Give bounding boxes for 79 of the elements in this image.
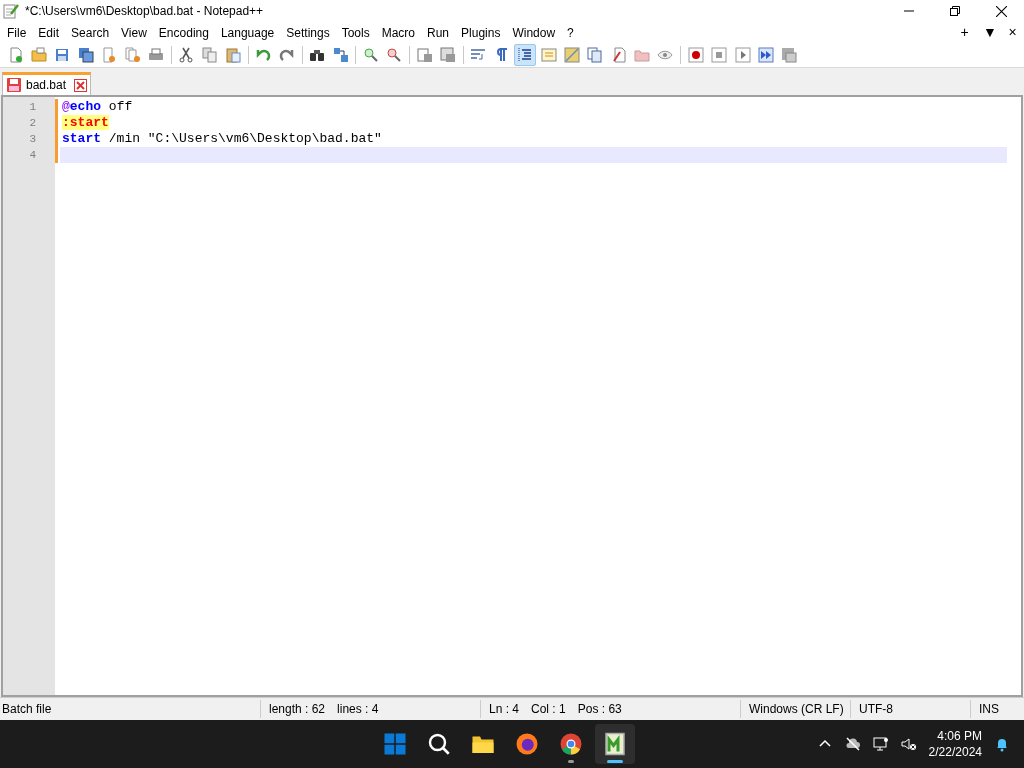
- taskbar-app[interactable]: [595, 724, 635, 764]
- file-tab[interactable]: bad.bat: [2, 72, 92, 95]
- play-icon: [734, 47, 751, 63]
- monitor-icon: [872, 736, 889, 752]
- menu-item[interactable]: View: [115, 23, 153, 42]
- menu-item[interactable]: Edit: [32, 23, 66, 42]
- record-icon: [687, 47, 704, 63]
- status-language: Batch file: [2, 702, 52, 716]
- replace-icon: [332, 47, 349, 63]
- save-all-icon: [77, 47, 94, 63]
- restore-icon: [950, 6, 960, 16]
- window-title: *C:\Users\vm6\Desktop\bad.bat - Notepad++: [25, 3, 264, 20]
- notepad-app-icon: [3, 3, 19, 19]
- line-number: 4: [28, 148, 37, 163]
- clock-time[interactable]: 4:06 PM: [937, 728, 982, 744]
- status-line: Ln : 4: [489, 701, 520, 718]
- status-column: Col : 1: [531, 700, 566, 718]
- zoom-in-icon: [362, 47, 379, 63]
- code-line: @echo off: [62, 99, 133, 115]
- menu-item[interactable]: Settings: [280, 23, 336, 42]
- toolbar-button[interactable]: [514, 44, 537, 66]
- close-file-icon: [101, 47, 118, 63]
- menu-item[interactable]: Run: [421, 23, 456, 42]
- menu-item[interactable]: File: [1, 23, 33, 42]
- paste-icon: [225, 47, 242, 63]
- menu-item[interactable]: Tools: [335, 23, 376, 42]
- save-icon: [54, 47, 71, 63]
- tab-label: bad.bat: [26, 77, 67, 94]
- stop-icon: [711, 47, 728, 63]
- new-file-icon: [7, 47, 24, 63]
- cloud-off-icon: [844, 736, 861, 752]
- undo-icon: [255, 47, 272, 63]
- menu-item[interactable]: Window: [506, 23, 562, 42]
- window-icon: [440, 47, 457, 63]
- status-lines: lines : 4: [337, 701, 379, 718]
- save-icon: [6, 77, 22, 93]
- binoculars-icon: [309, 47, 326, 63]
- documents-icon: [587, 47, 604, 63]
- menu-control[interactable]: ×: [1007, 22, 1018, 43]
- menu-item[interactable]: Search: [65, 23, 116, 42]
- close-icon: [995, 5, 1007, 17]
- menu-item[interactable]: Macro: [375, 23, 421, 42]
- close-all-icon: [124, 47, 141, 63]
- map-icon: [563, 47, 580, 63]
- menu-control[interactable]: ▼: [983, 22, 994, 43]
- speaker-muted-icon: [900, 736, 917, 752]
- status-mode: INS: [979, 702, 999, 716]
- redo-icon: [278, 47, 295, 63]
- status-length: length : 62: [269, 701, 326, 718]
- clock-date[interactable]: 2/22/2024: [928, 744, 982, 760]
- line-number: 3: [28, 132, 37, 147]
- window-icon: [416, 47, 433, 63]
- line-number: 1: [28, 100, 37, 115]
- open-folder-icon: [31, 47, 48, 63]
- fast-forward-icon: [757, 47, 774, 63]
- print-icon: [147, 47, 164, 63]
- list-icon: [781, 47, 798, 63]
- copy-icon: [201, 47, 218, 63]
- code-line: start /min "C:\Users\vm6\Desktop\bad.bat": [62, 131, 382, 147]
- notepad-icon: [540, 47, 557, 63]
- status-encoding: UTF-8: [859, 702, 893, 716]
- chrome-icon: [559, 732, 583, 756]
- wrap-icon: [470, 47, 487, 63]
- scissors-icon: [178, 47, 195, 63]
- menu-item[interactable]: ?: [561, 23, 580, 42]
- line-number: 2: [28, 116, 37, 131]
- close-icon[interactable]: [74, 78, 88, 92]
- function-icon: [610, 47, 627, 63]
- menu-item[interactable]: Language: [214, 23, 281, 42]
- folder-icon: [634, 47, 651, 63]
- menu-item[interactable]: Encoding: [152, 23, 215, 42]
- status-eol: Windows (CR LF): [749, 702, 844, 716]
- menu-control[interactable]: +: [959, 22, 970, 43]
- menu-item[interactable]: Plugins: [455, 23, 507, 42]
- windows-logo-icon: [383, 732, 407, 756]
- zoom-out-icon: [386, 47, 403, 63]
- indent-guide-icon: [517, 47, 534, 63]
- search-icon: [427, 732, 451, 756]
- status-position: Pos : 63: [577, 701, 622, 718]
